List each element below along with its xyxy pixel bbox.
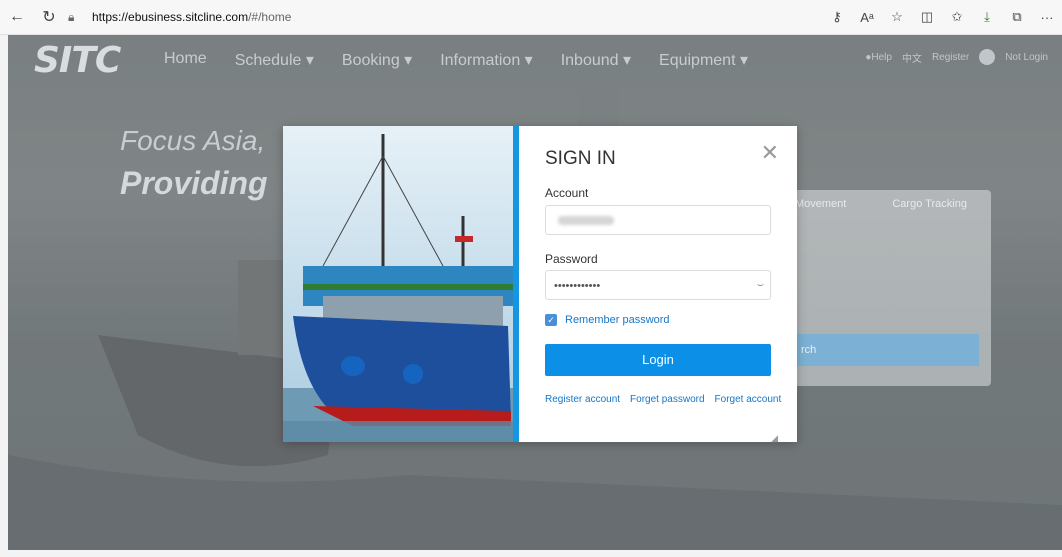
favorite-icon[interactable]: ☆ bbox=[888, 9, 906, 25]
read-aloud-icon[interactable]: Aᵃ bbox=[858, 10, 876, 25]
favorites-list-icon[interactable]: ✩ bbox=[948, 9, 966, 25]
resize-handle-icon[interactable]: ◢ bbox=[771, 433, 778, 444]
help-label: Help bbox=[871, 51, 892, 63]
forget-password-link[interactable]: Forget password bbox=[630, 394, 704, 405]
forget-account-link[interactable]: Forget account bbox=[715, 394, 782, 405]
back-icon[interactable]: ← bbox=[6, 8, 28, 26]
user-avatar-icon[interactable] bbox=[979, 49, 996, 65]
password-label: Password bbox=[545, 252, 598, 266]
key-icon[interactable]: ⚷ bbox=[828, 9, 846, 25]
account-label: Account bbox=[545, 186, 589, 200]
signin-form: SIGN IN ✕ Account Password ⌣ ✓ Remember … bbox=[545, 126, 781, 443]
tracking-panel: Movement Cargo Tracking rch bbox=[781, 190, 991, 386]
hero-line-2: Providing bbox=[120, 165, 268, 201]
nav-booking[interactable]: Booking ▾ bbox=[342, 50, 412, 70]
hero-line-1: Focus Asia, bbox=[120, 125, 266, 156]
site-nav: SITC Home Schedule ▾ Booking ▾ Informati… bbox=[8, 35, 1062, 85]
password-input[interactable] bbox=[546, 271, 736, 301]
address-bar[interactable]: 🔒︎ https://ebusiness.sitcline.com/#/home bbox=[68, 5, 788, 29]
password-field[interactable]: ⌣ bbox=[545, 270, 771, 301]
signin-modal: SIGN IN ✕ Account Password ⌣ ✓ Remember … bbox=[283, 126, 797, 443]
account-value-blurred bbox=[558, 216, 614, 225]
tab-cargo-tracking[interactable]: Cargo Tracking bbox=[892, 198, 967, 210]
signin-title: SIGN IN bbox=[545, 148, 616, 169]
remember-password-checkbox[interactable]: ✓ Remember password bbox=[545, 314, 670, 326]
nav-equipment[interactable]: Equipment ▾ bbox=[659, 50, 748, 70]
more-icon[interactable]: ··· bbox=[1038, 10, 1056, 25]
not-login-label[interactable]: Not Login bbox=[1005, 52, 1048, 63]
tab-movement[interactable]: Movement bbox=[795, 198, 846, 210]
nav-schedule[interactable]: Schedule ▾ bbox=[235, 50, 314, 70]
url-path: /#/home bbox=[248, 10, 292, 24]
login-button[interactable]: Login bbox=[545, 344, 771, 376]
help-link[interactable]: ●Help bbox=[865, 52, 892, 63]
sitc-logo[interactable]: SITC bbox=[34, 40, 144, 81]
refresh-icon[interactable]: ↻ bbox=[38, 7, 60, 27]
register-account-link[interactable]: Register account bbox=[545, 394, 620, 405]
language-link[interactable]: 中文 bbox=[902, 50, 922, 65]
nav-home[interactable]: Home bbox=[164, 50, 207, 70]
account-field[interactable] bbox=[545, 205, 771, 235]
eye-hidden-icon[interactable]: ⌣ bbox=[757, 279, 764, 292]
url-host: https://ebusiness.sitcline.com bbox=[92, 10, 249, 24]
register-link[interactable]: Register bbox=[932, 52, 969, 63]
remember-password-label: Remember password bbox=[565, 314, 670, 326]
close-icon[interactable]: ✕ bbox=[761, 142, 779, 164]
browser-toolbar: ← ↻ 🔒︎ https://ebusiness.sitcline.com/#/… bbox=[0, 0, 1062, 35]
checkbox-checked-icon[interactable]: ✓ bbox=[545, 314, 557, 326]
split-screen-icon[interactable]: ◫ bbox=[918, 9, 936, 25]
nav-information[interactable]: Information ▾ bbox=[440, 50, 533, 70]
modal-divider bbox=[513, 126, 519, 442]
extensions-icon[interactable]: ⧉ bbox=[1008, 9, 1026, 25]
search-button[interactable]: rch bbox=[795, 334, 979, 366]
lock-icon[interactable]: 🔒︎ bbox=[68, 10, 84, 25]
nav-inbound[interactable]: Inbound ▾ bbox=[561, 50, 631, 70]
downloads-icon[interactable]: ⤓ bbox=[978, 9, 996, 25]
ship-photo bbox=[283, 126, 513, 442]
